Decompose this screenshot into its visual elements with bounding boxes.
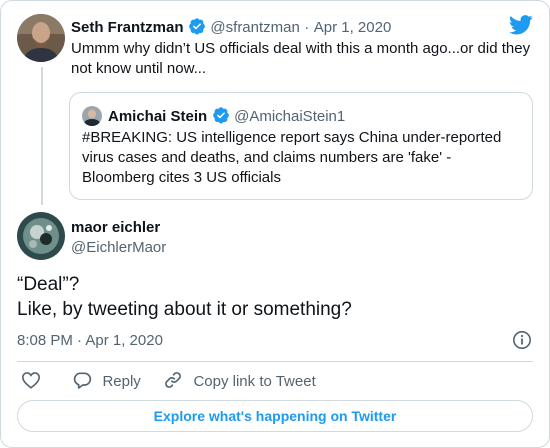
heart-icon[interactable]: [21, 371, 41, 389]
quoted-avatar: [82, 106, 102, 126]
quoted-tweet[interactable]: Amichai Stein @AmichaiStein1 #BREAKING: …: [69, 92, 533, 200]
avatar[interactable]: [17, 14, 65, 62]
reply-tweet-text-line-2: Like, by tweeting about it or something?: [17, 299, 352, 320]
reply-button[interactable]: Reply: [72, 370, 141, 390]
reply-bubble-icon: [73, 372, 92, 389]
quoted-tweet-header: Amichai Stein @AmichaiStein1: [108, 106, 345, 126]
divider: [17, 361, 533, 362]
avatar-maor-eichler: [17, 212, 65, 260]
thread-connector-line: [41, 67, 43, 205]
tweet-timestamp[interactable]: 8:08 PM · Apr 1, 2020: [17, 331, 163, 351]
author-name[interactable]: Seth Frantzman: [71, 19, 184, 36]
verified-badge-icon: [212, 107, 229, 124]
main-tweet-header: Seth Frantzman @sfrantzman · Apr 1, 2020: [71, 17, 391, 37]
info-icon[interactable]: [512, 330, 532, 350]
explore-twitter-button[interactable]: Explore what's happening on Twitter: [17, 400, 533, 432]
reply-label: Reply: [102, 373, 141, 390]
separator-dot: ·: [304, 19, 310, 36]
copy-link-label: Copy link to Tweet: [193, 373, 316, 390]
link-icon: [165, 372, 181, 388]
main-tweet-text: Ummm why didn’t US officials deal with t…: [71, 40, 531, 77]
twitter-bird-icon[interactable]: [509, 15, 533, 35]
avatar[interactable]: [17, 212, 65, 260]
embedded-tweet-card: Seth Frantzman @sfrantzman · Apr 1, 2020…: [0, 0, 550, 448]
reply-tweet-text-line-1: “Deal”?: [17, 274, 80, 295]
avatar-seth-frantzman: [17, 14, 65, 62]
copy-link-button[interactable]: Copy link to Tweet: [163, 370, 316, 390]
quoted-tweet-text: #BREAKING: US intelligence report says C…: [82, 129, 502, 186]
quoted-author-handle: @AmichaiStein1: [234, 108, 346, 125]
verified-badge-icon: [189, 18, 205, 35]
reply-author-handle[interactable]: @EichlerMaor: [71, 238, 166, 258]
quoted-author-name: Amichai Stein: [108, 108, 208, 125]
tweet-date[interactable]: Apr 1, 2020: [314, 19, 392, 36]
reply-author-name[interactable]: maor eichler: [71, 218, 160, 238]
author-handle[interactable]: @sfrantzman: [210, 19, 299, 36]
